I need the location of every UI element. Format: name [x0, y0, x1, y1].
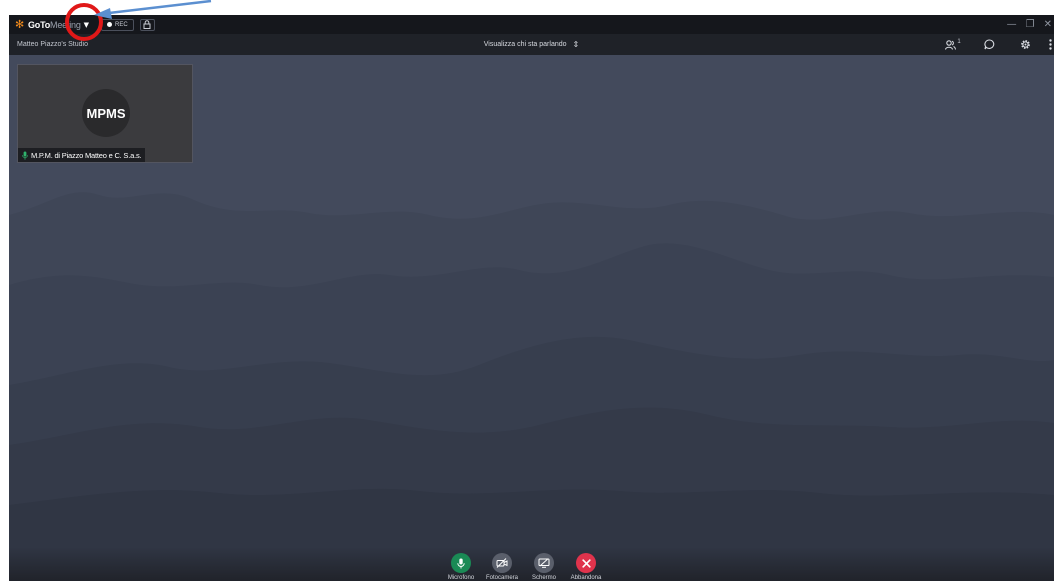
leave-label: Abbandona — [570, 575, 602, 581]
chat-button[interactable] — [978, 34, 1000, 55]
lock-icon — [143, 20, 151, 29]
gotomeeting-window: ✻ GoTo Meeting ▼ REC — ❐ ✕ Matteo Piazzo… — [9, 15, 1054, 581]
title-bar: ✻ GoTo Meeting ▼ REC — ❐ ✕ — [9, 15, 1054, 34]
participant-tile[interactable]: MPMS M.P.M. di Piazzo Matteo e C. S.a.s. — [17, 64, 193, 163]
brand-name-suffix: Meeting — [50, 19, 81, 30]
screen-share-button[interactable]: Schermo — [523, 553, 565, 581]
participant-count: 1 — [957, 38, 961, 45]
camera-button[interactable]: Fotocamera — [481, 553, 523, 581]
view-mode-label: Visualizza chi sta parlando — [483, 41, 567, 48]
participants-icon — [945, 39, 957, 50]
record-button[interactable]: REC — [101, 18, 134, 31]
screen-share-button-circle[interactable] — [534, 553, 554, 573]
meeting-name: Matteo Piazzo's Studio — [17, 41, 88, 48]
chevron-up-down-icon: ⇕ — [572, 40, 580, 49]
chevron-down-icon[interactable]: ▼ — [84, 21, 89, 29]
lock-meeting-button[interactable] — [139, 18, 155, 31]
header-actions: 1 — [942, 34, 1054, 55]
microphone-icon — [457, 558, 465, 568]
settings-button[interactable] — [1014, 34, 1036, 55]
participant-name: M.P.M. di Piazzo Matteo e C. S.a.s. — [31, 150, 142, 160]
avatar: MPMS — [82, 89, 130, 137]
more-options-button[interactable] — [1046, 34, 1054, 55]
annotation-arrow-shaft — [108, 0, 212, 15]
view-mode-selector[interactable]: Visualizza chi sta parlando ⇕ — [484, 40, 579, 49]
meeting-controls-bar: Microfono Fotocamera Schermo Abbandona — [9, 547, 1054, 581]
microphone-active-icon — [22, 151, 28, 160]
window-close-icon[interactable]: ✕ — [1044, 19, 1052, 30]
close-icon — [581, 558, 591, 568]
brand-menu[interactable]: ✻ GoTo Meeting ▼ — [15, 15, 89, 34]
leave-button[interactable]: Abbandona — [565, 553, 607, 581]
microphone-label: Microfono — [447, 575, 475, 581]
leave-button-circle[interactable] — [576, 553, 596, 573]
screen-share-label: Schermo — [531, 575, 556, 581]
record-dot-icon — [107, 22, 113, 27]
window-controls: — ❐ ✕ — [1007, 15, 1052, 34]
screenshot-stage: ✻ GoTo Meeting ▼ REC — ❐ ✕ Matteo Piazzo… — [0, 0, 1054, 581]
camera-off-icon — [496, 558, 508, 568]
microphone-button-circle[interactable] — [451, 553, 471, 573]
gear-icon — [1020, 40, 1030, 49]
gotomeeting-logo-icon: ✻ — [15, 17, 25, 31]
record-label: REC — [115, 21, 128, 28]
microphone-button[interactable]: Microfono — [440, 553, 482, 581]
brand-name: GoTo — [28, 19, 51, 30]
more-vertical-icon — [1048, 39, 1052, 50]
camera-button-circle[interactable] — [492, 553, 512, 573]
restore-icon[interactable]: ❐ — [1026, 19, 1035, 30]
camera-label: Fotocamera — [485, 575, 518, 581]
meeting-header-bar: Matteo Piazzo's Studio Visualizza chi st… — [9, 34, 1054, 55]
minimize-icon[interactable]: — — [1007, 19, 1017, 30]
chat-icon — [983, 39, 994, 50]
participants-button[interactable]: 1 — [942, 34, 964, 55]
screen-share-icon — [538, 558, 550, 568]
participant-name-label: M.P.M. di Piazzo Matteo e C. S.a.s. — [18, 148, 146, 162]
